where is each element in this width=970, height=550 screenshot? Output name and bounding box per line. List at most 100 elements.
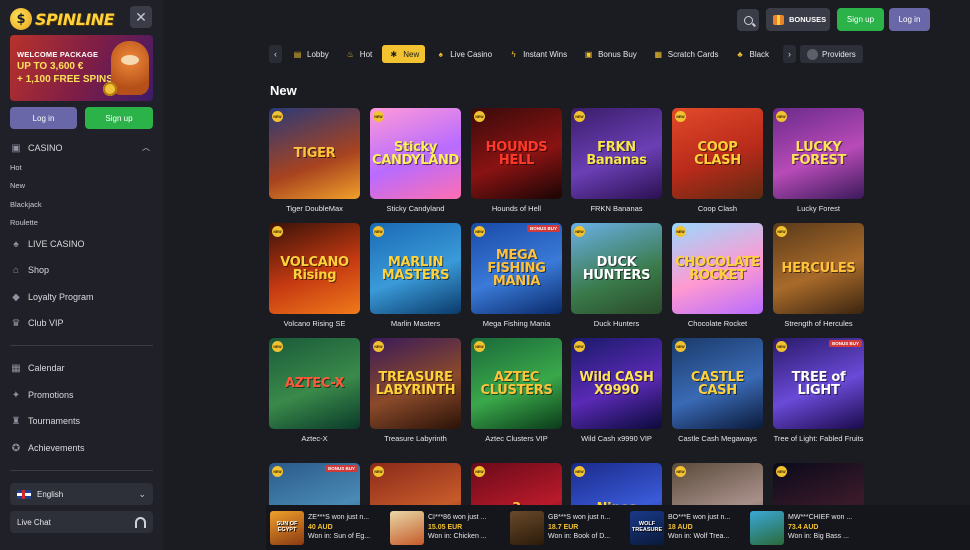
sidebar-item-tournaments[interactable]: ♜ Tournaments [10, 415, 81, 427]
logo[interactable]: $ SPINLINE [10, 7, 115, 31]
game-title[interactable]: Duck Hunters [571, 319, 662, 329]
tab-hot[interactable]: ♨ Hot [339, 45, 378, 63]
game-thumbnail[interactable]: TREE of LIGHT NEW BONUS BUY [773, 338, 864, 429]
game-tile[interactable]: HOUNDS HELL NEW Hounds of Hell [471, 108, 562, 214]
sidebar-item-loyalty-program[interactable]: ◆ Loyalty Program [10, 291, 93, 303]
game-thumbnail[interactable]: TIGER NEW [269, 108, 360, 199]
game-title[interactable]: Sticky Candyland [370, 204, 461, 214]
game-title[interactable]: Tiger DoubleMax [269, 204, 360, 214]
game-tile[interactable]: CHOCOLATE ROCKET NEW Chocolate Rocket [672, 223, 763, 329]
game-tile[interactable]: TREE of LIGHT NEW BONUS BUY Tree of Light: … [773, 338, 864, 444]
sidebar-item-shop[interactable]: ⌂ Shop [10, 264, 49, 276]
new-badge: NEW [474, 466, 485, 477]
game-title[interactable]: FRKN Bananas [571, 204, 662, 214]
welcome-promo-banner[interactable]: WELCOME PACKAGE UP TO 3,600 € + 1,100 FR… [10, 35, 153, 101]
game-title[interactable]: Hounds of Hell [471, 204, 562, 214]
game-thumbnail[interactable]: AZTEC CLUSTERS NEW [471, 338, 562, 429]
tab-live-casino[interactable]: ♠ Live Casino [429, 45, 498, 63]
tab-new[interactable]: ✱ New [382, 45, 426, 63]
game-thumbnail[interactable]: DUCK HUNTERS NEW [571, 223, 662, 314]
game-title[interactable]: Wild Cash x9990 VIP [571, 434, 662, 444]
sidebar-signup-button[interactable]: Sign up [85, 107, 153, 129]
language-select[interactable]: English ⌄ [10, 483, 153, 505]
header-login-button[interactable]: Log in [889, 8, 930, 31]
game-tile[interactable]: DUCK HUNTERS NEW Duck Hunters [571, 223, 662, 329]
game-title[interactable]: Treasure Labyrinth [370, 434, 461, 444]
game-title[interactable]: Chocolate Rocket [672, 319, 763, 329]
game-title[interactable]: Marlin Masters [370, 319, 461, 329]
live-chat-button[interactable]: Live Chat [10, 511, 153, 533]
game-tile[interactable]: VOLCANO Rising NEW Volcano Rising SE [269, 223, 360, 329]
sidebar-item-achievements[interactable]: ✪ Achievements [10, 442, 85, 454]
search-button[interactable] [737, 9, 759, 31]
game-title[interactable]: Aztec Clusters VIP [471, 434, 562, 444]
close-sidebar-button[interactable]: ✕ [130, 6, 152, 28]
game-thumbnail[interactable]: Wild CASH X9990 NEW [571, 338, 662, 429]
recent-win-item[interactable]: GB***S won just n... 18.7 EUR Won in: Book… [506, 505, 626, 550]
game-thumbnail[interactable]: TREASURE LABYRINTH NEW [370, 338, 461, 429]
game-title[interactable]: Coop Clash [672, 204, 763, 214]
game-logo-art: TREE of LIGHT [791, 369, 846, 398]
sidebar-subitem-hot[interactable]: Hot [10, 163, 22, 172]
sidebar-item-club-vip[interactable]: ♛ Club VIP [10, 317, 64, 329]
game-title[interactable]: Castle Cash Megaways [672, 434, 763, 444]
bonuses-button[interactable]: BONUSES [766, 8, 830, 31]
game-thumbnail[interactable]: LUCKY FOREST NEW [773, 108, 864, 199]
game-thumbnail[interactable]: MEGA FISHING MANIA NEW BONUS BUY [471, 223, 562, 314]
promo-line-2: UP TO 3,600 € [17, 61, 84, 72]
game-tile[interactable]: HERCULES NEW Strength of Hercules [773, 223, 864, 329]
game-thumbnail[interactable]: FRKN Bananas NEW [571, 108, 662, 199]
game-tile[interactable]: CASTLE CASH NEW Castle Cash Megaways [672, 338, 763, 444]
game-thumbnail[interactable]: MARLIN MASTERS NEW [370, 223, 461, 314]
recent-win-item[interactable]: WOLF TREASURE BO***E won just n... 18 AUD W… [626, 505, 746, 550]
category-scroll-left-button[interactable]: ‹ [269, 45, 282, 63]
recent-win-item[interactable]: SUN OF EGYPT ZE***S won just n... 40 AUD Wo… [266, 505, 386, 550]
game-title[interactable]: Tree of Light: Fabled Fruits [773, 434, 864, 444]
game-thumbnail[interactable]: HERCULES NEW [773, 223, 864, 314]
game-thumbnail[interactable]: Sticky CANDYLAND NEW [370, 108, 461, 199]
game-thumbnail[interactable]: AZTEC-X NEW [269, 338, 360, 429]
sidebar-item-casino[interactable]: ▣ CASINO [10, 142, 62, 154]
game-thumbnail[interactable]: CHOCOLATE ROCKET NEW [672, 223, 763, 314]
category-scroll-right-button[interactable]: › [783, 45, 796, 63]
game-title[interactable]: Volcano Rising SE [269, 319, 360, 329]
game-title[interactable]: Aztec-X [269, 434, 360, 444]
providers-button[interactable]: Providers [800, 45, 863, 63]
game-tile[interactable]: FRKN Bananas NEW FRKN Bananas [571, 108, 662, 214]
game-title[interactable]: Strength of Hercules [773, 319, 864, 329]
game-tile[interactable]: MARLIN MASTERS NEW Marlin Masters [370, 223, 461, 329]
tab-black[interactable]: ♣ Black [728, 45, 775, 63]
game-tile[interactable]: AZTEC-X NEW Aztec-X [269, 338, 360, 444]
game-tile[interactable]: MEGA FISHING MANIA NEW BONUS BUY Mega Fishi… [471, 223, 562, 329]
game-title[interactable]: Lucky Forest [773, 204, 864, 214]
tab-label: Instant Wins [523, 49, 568, 59]
sidebar-item-live-casino[interactable]: ♠ LIVE CASINO [10, 238, 84, 250]
chevron-up-icon[interactable]: ︿ [142, 142, 150, 152]
sidebar-item-promotions[interactable]: ✦ Promotions [10, 389, 74, 401]
game-thumbnail[interactable]: COOP CLASH NEW [672, 108, 763, 199]
sidebar-subitem-roulette[interactable]: Roulette [10, 218, 38, 227]
sidebar-item-calendar[interactable]: ▦ Calendar [10, 362, 64, 374]
game-tile[interactable]: TIGER NEW Tiger DoubleMax [269, 108, 360, 214]
recent-win-item[interactable]: MW***CHIEF won ... 73.4 AUD Won in: Big Ba… [746, 505, 866, 550]
sidebar-login-button[interactable]: Log in [10, 107, 77, 129]
tab-instant-wins[interactable]: ϟ Instant Wins [502, 45, 573, 63]
recent-win-item[interactable]: CI***86 won just ... 15.05 EUR Won in: Chi… [386, 505, 506, 550]
sidebar-subitem-new[interactable]: New [10, 181, 25, 190]
tab-lobby[interactable]: ▤ Lobby [286, 45, 335, 63]
game-tile[interactable]: Sticky CANDYLAND NEW Sticky Candyland [370, 108, 461, 214]
game-tile[interactable]: TREASURE LABYRINTH NEW Treasure Labyrinth [370, 338, 461, 444]
game-thumbnail[interactable]: CASTLE CASH NEW [672, 338, 763, 429]
game-tile[interactable]: COOP CLASH NEW Coop Clash [672, 108, 763, 214]
game-tile[interactable]: LUCKY FOREST NEW Lucky Forest [773, 108, 864, 214]
tab-scratch-cards[interactable]: ▦ Scratch Cards [647, 45, 725, 63]
game-tile[interactable]: AZTEC CLUSTERS NEW Aztec Clusters VIP [471, 338, 562, 444]
game-title[interactable]: Mega Fishing Mania [471, 319, 562, 329]
tab-bonus-buy[interactable]: ▣ Bonus Buy [577, 45, 643, 63]
game-tile[interactable]: Wild CASH X9990 NEW Wild Cash x9990 VIP [571, 338, 662, 444]
header-signup-button[interactable]: Sign up [837, 8, 884, 31]
game-logo-art: MARLIN MASTERS [381, 254, 450, 283]
game-thumbnail[interactable]: VOLCANO Rising NEW [269, 223, 360, 314]
sidebar-subitem-blackjack[interactable]: Blackjack [10, 200, 42, 209]
game-thumbnail[interactable]: HOUNDS HELL NEW [471, 108, 562, 199]
